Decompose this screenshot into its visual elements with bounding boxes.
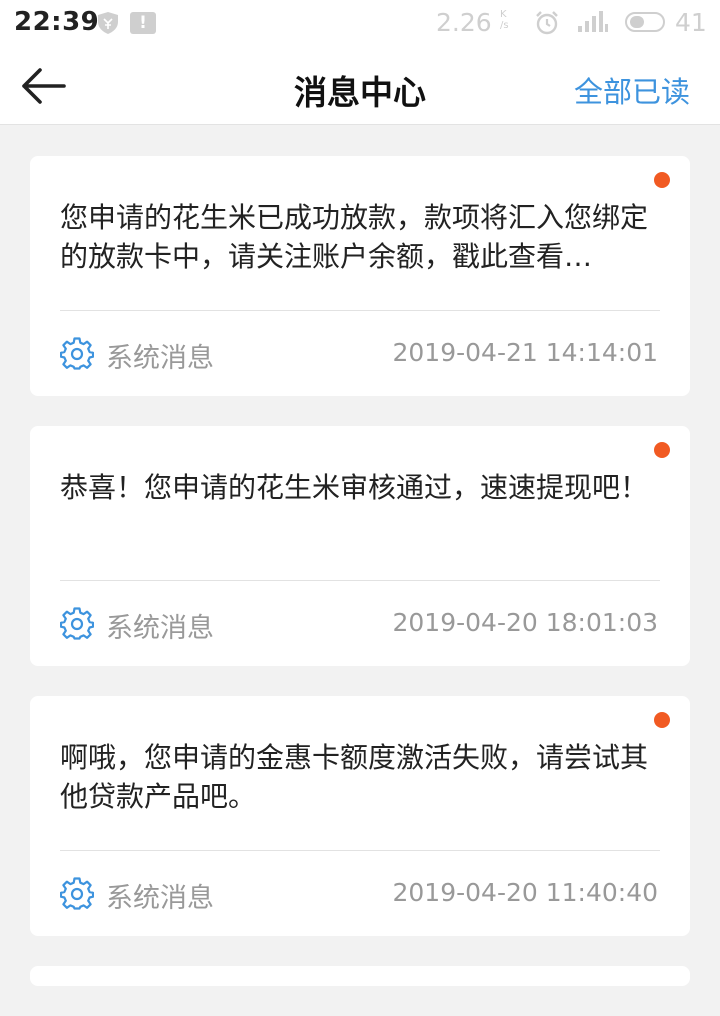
unread-dot [654,442,670,458]
divider [60,580,660,581]
gear-icon [60,607,94,640]
status-bar: 22:39 ! 2.26 K/s 41 [0,0,720,46]
nav-bar: 消息中心 全部已读 [0,46,720,125]
message-type: 系统消息 [106,883,214,914]
unread-dot [654,712,670,728]
message-type: 系统消息 [106,343,214,374]
message-time: 2019-04-20 11:40:40 [392,878,658,907]
shield-icon [98,12,118,34]
message-text: 啊哦，您申请的金惠卡额度激活失败，请尝试其他贷款产品吧。 [60,741,649,813]
message-text: 恭喜！您申请的花生米审核通过，速速提现吧！ [60,471,649,504]
battery-saver-toggle-icon [625,12,665,32]
mark-all-read-button[interactable]: 全部已读 [574,69,690,111]
battery-level: 41 [675,8,707,37]
status-time: 22:39 [14,7,100,37]
alarm-icon [536,11,558,35]
message-time: 2019-04-20 18:01:03 [392,608,658,637]
message-text: 您申请的花生米已成功放款，款项将汇入您绑定的放款卡中，请关注账户余额，戳此查看… [60,201,649,273]
unread-dot [654,172,670,188]
signal-icon [578,11,608,32]
network-speed: 2.26 [436,8,492,37]
back-arrow-icon[interactable] [14,64,72,108]
notification-alert-icon: ! [130,12,156,34]
message-time: 2019-04-21 14:14:01 [392,338,658,367]
gear-icon [60,877,94,910]
message-card[interactable]: 您申请的花生米已成功放款，款项将汇入您绑定的放款卡中，请关注账户余额，戳此查看…… [30,156,690,396]
message-footer: 系统消息 2019-04-20 18:01:03 [60,604,658,644]
message-card-partial[interactable] [30,966,690,986]
message-card[interactable]: 恭喜！您申请的花生米审核通过，速速提现吧！ 系统消息 2019-04-20 18… [30,426,690,666]
message-type: 系统消息 [106,613,214,644]
message-card[interactable]: 啊哦，您申请的金惠卡额度激活失败，请尝试其他贷款产品吧。 系统消息 2019-0… [30,696,690,936]
divider [60,850,660,851]
message-list: 您申请的花生米已成功放款，款项将汇入您绑定的放款卡中，请关注账户余额，戳此查看…… [30,156,690,1016]
message-footer: 系统消息 2019-04-21 14:14:01 [60,334,658,374]
divider [60,310,660,311]
gear-icon [60,337,94,370]
network-speed-unit: K/s [500,9,509,31]
message-footer: 系统消息 2019-04-20 11:40:40 [60,874,658,914]
